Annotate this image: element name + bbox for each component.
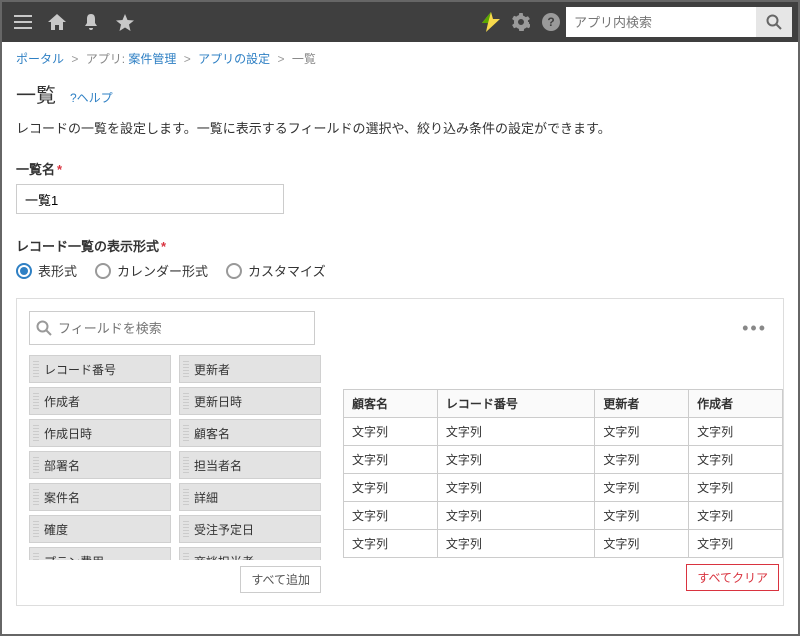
breadcrumb-current: 一覧 <box>292 52 316 66</box>
preview-cell: 文字列 <box>437 418 595 446</box>
preview-cell: 文字列 <box>344 418 438 446</box>
svg-text:?: ? <box>547 15 554 29</box>
radio-calendar-label: カレンダー形式 <box>117 261 208 280</box>
help-link[interactable]: ?ヘルプ <box>70 89 113 106</box>
radio-table-label: 表形式 <box>38 261 77 280</box>
preview-cell: 文字列 <box>344 530 438 558</box>
preview-cell: 文字列 <box>595 418 689 446</box>
global-search-button[interactable] <box>756 7 792 37</box>
preview-cell: 文字列 <box>689 502 783 530</box>
more-menu-button[interactable]: ••• <box>742 318 771 339</box>
view-builder: ••• レコード番号更新者作成者更新日時作成日時顧客名部署名担当者名案件名詳細確… <box>16 298 784 606</box>
breadcrumb: ポータル > アプリ: 案件管理 > アプリの設定 > 一覧 <box>2 42 798 75</box>
table-row: 文字列文字列文字列文字列 <box>344 502 783 530</box>
list-name-input[interactable] <box>16 184 284 214</box>
global-search-input[interactable] <box>566 7 756 37</box>
search-icon <box>36 320 52 336</box>
preview-header: 作成者 <box>689 390 783 418</box>
preview-cell: 文字列 <box>595 474 689 502</box>
field-palette[interactable]: レコード番号更新者作成者更新日時作成日時顧客名部署名担当者名案件名詳細確度受注予… <box>29 355 321 560</box>
table-row: 文字列文字列文字列文字列 <box>344 418 783 446</box>
preview-cell: 文字列 <box>595 502 689 530</box>
page-description: レコードの一覧を設定します。一覧に表示するフィールドの選択や、絞り込み条件の設定… <box>16 118 784 137</box>
field-search-input[interactable] <box>52 321 308 336</box>
table-row: 文字列文字列文字列文字列 <box>344 474 783 502</box>
palette-field[interactable]: 更新日時 <box>179 387 321 415</box>
breadcrumb-app-prefix: アプリ: <box>86 52 125 66</box>
palette-field[interactable]: 作成日時 <box>29 419 171 447</box>
list-name-label: 一覧名* <box>16 159 784 178</box>
preview-table: 顧客名レコード番号更新者作成者文字列文字列文字列文字列文字列文字列文字列文字列文… <box>343 389 783 558</box>
preview-cell: 文字列 <box>437 446 595 474</box>
radio-custom[interactable]: カスタマイズ <box>226 261 326 280</box>
preview-cell: 文字列 <box>595 530 689 558</box>
palette-field[interactable]: 更新者 <box>179 355 321 383</box>
preview-cell: 文字列 <box>595 446 689 474</box>
preview-cell: 文字列 <box>689 418 783 446</box>
preview-cell: 文字列 <box>344 474 438 502</box>
gear-icon[interactable] <box>506 7 536 37</box>
palette-field[interactable]: プラン費用 <box>29 547 171 560</box>
preview-cell: 文字列 <box>689 474 783 502</box>
radio-table[interactable]: 表形式 <box>16 261 77 280</box>
palette-field[interactable]: 案件名 <box>29 483 171 511</box>
preview-cell: 文字列 <box>437 474 595 502</box>
preview-header: レコード番号 <box>437 390 595 418</box>
breadcrumb-app[interactable]: 案件管理 <box>128 52 176 66</box>
preview-table-scroll[interactable]: 顧客名レコード番号更新者作成者文字列文字列文字列文字列文字列文字列文字列文字列文… <box>343 389 783 593</box>
search-icon <box>766 14 782 30</box>
clear-all-button[interactable]: すべてクリア <box>686 564 779 591</box>
help-icon[interactable]: ? <box>536 7 566 37</box>
display-format-label: レコード一覧の表示形式* <box>16 236 784 255</box>
breadcrumb-portal[interactable]: ポータル <box>16 52 64 66</box>
page-title: 一覧 <box>16 79 56 108</box>
palette-field[interactable]: 部署名 <box>29 451 171 479</box>
radio-custom-label: カスタマイズ <box>248 261 326 280</box>
table-row: 文字列文字列文字列文字列 <box>344 530 783 558</box>
palette-field[interactable]: 担当者名 <box>179 451 321 479</box>
preview-cell: 文字列 <box>344 502 438 530</box>
home-icon[interactable] <box>42 7 72 37</box>
palette-field[interactable]: 商談担当者 <box>179 547 321 560</box>
palette-field[interactable]: レコード番号 <box>29 355 171 383</box>
bell-icon[interactable] <box>76 7 106 37</box>
preview-header: 更新者 <box>595 390 689 418</box>
preview-header: 顧客名 <box>344 390 438 418</box>
menu-icon[interactable] <box>8 7 38 37</box>
preview-cell: 文字列 <box>437 502 595 530</box>
preview-pane: 顧客名レコード番号更新者作成者文字列文字列文字列文字列文字列文字列文字列文字列文… <box>343 355 783 593</box>
star-icon[interactable] <box>110 7 140 37</box>
app-logo-icon <box>476 7 506 37</box>
field-search-box[interactable] <box>29 311 315 345</box>
preview-cell: 文字列 <box>689 446 783 474</box>
radio-calendar[interactable]: カレンダー形式 <box>95 261 208 280</box>
palette-field[interactable]: 詳細 <box>179 483 321 511</box>
app-topbar: ? <box>2 2 798 42</box>
table-row: 文字列文字列文字列文字列 <box>344 446 783 474</box>
breadcrumb-settings[interactable]: アプリの設定 <box>198 52 270 66</box>
preview-cell: 文字列 <box>437 530 595 558</box>
palette-field[interactable]: 作成者 <box>29 387 171 415</box>
preview-cell: 文字列 <box>689 530 783 558</box>
palette-field[interactable]: 受注予定日 <box>179 515 321 543</box>
preview-cell: 文字列 <box>344 446 438 474</box>
palette-field[interactable]: 確度 <box>29 515 171 543</box>
add-all-button[interactable]: すべて追加 <box>240 566 321 593</box>
palette-field[interactable]: 顧客名 <box>179 419 321 447</box>
